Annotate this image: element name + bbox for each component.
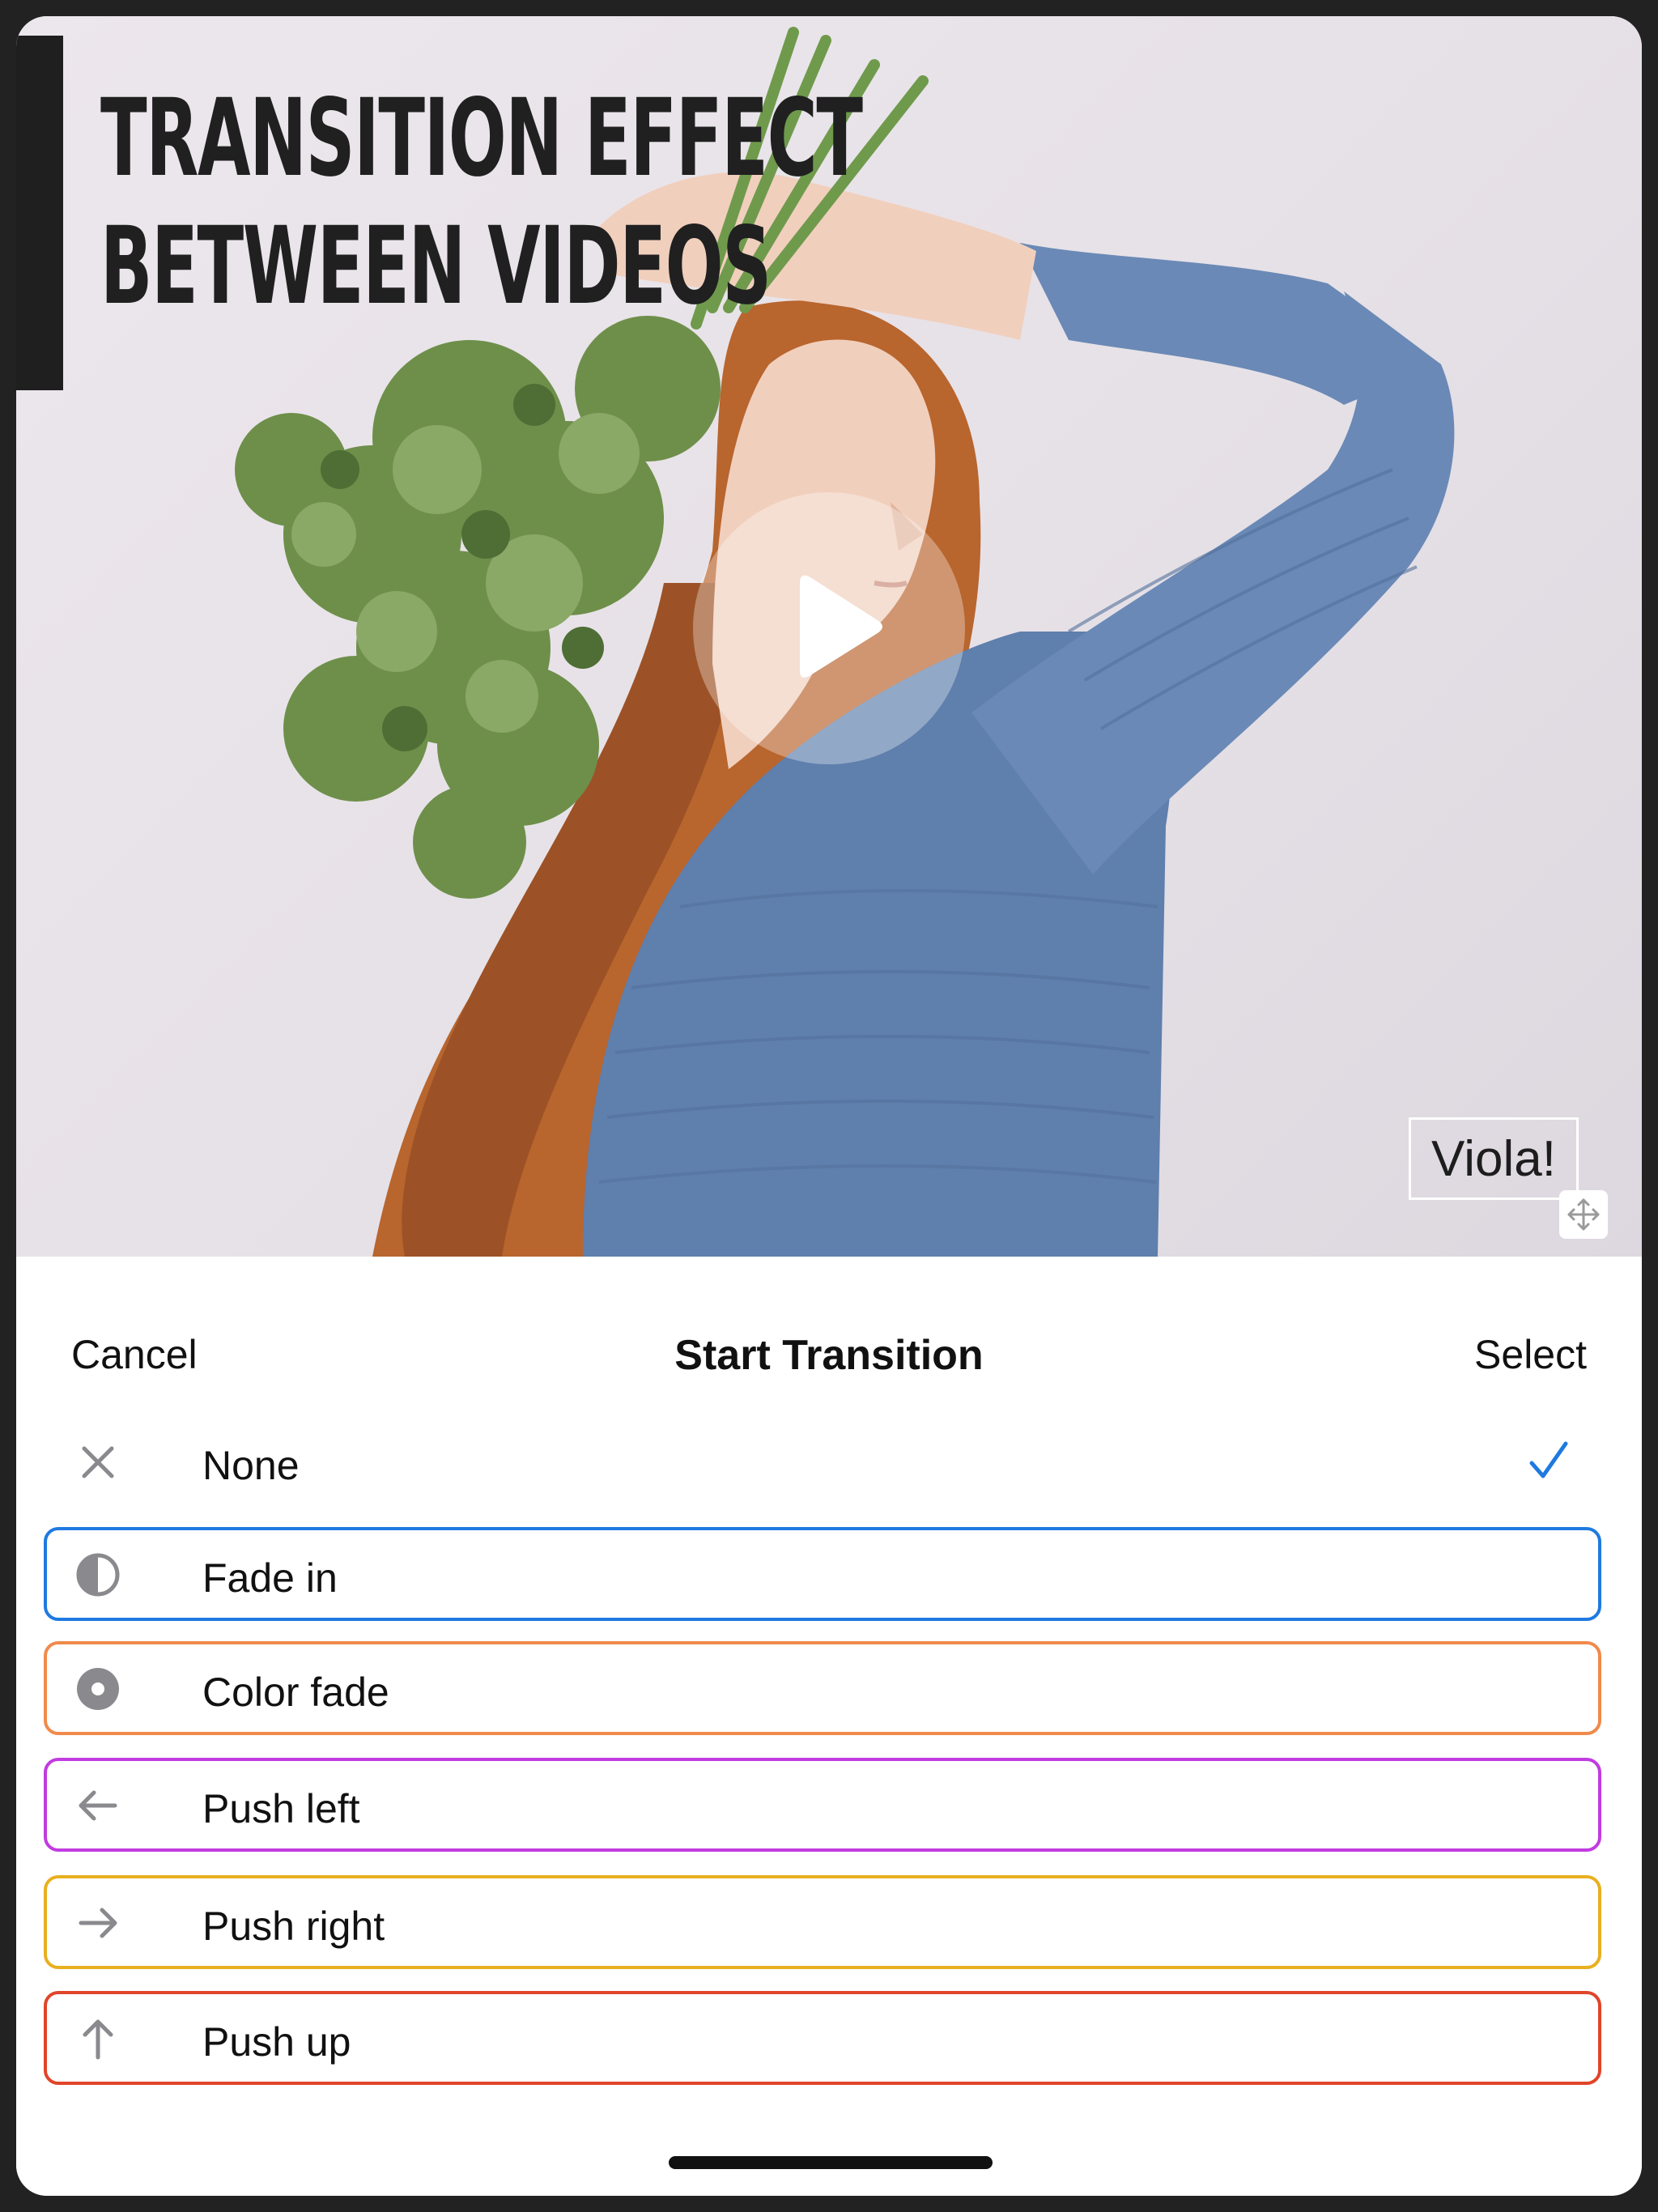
move-arrows-icon: [1567, 1198, 1600, 1231]
arrow-right-icon: [70, 1895, 126, 1951]
option-none[interactable]: None: [44, 1414, 1601, 1508]
option-push-right[interactable]: Push right: [44, 1875, 1601, 1969]
video-title-line-2: between videos: [100, 204, 772, 329]
option-label: Push left: [202, 1786, 360, 1831]
record-circle-icon: [70, 1661, 126, 1717]
move-handle[interactable]: [1559, 1190, 1608, 1239]
sheet-title: Start Transition: [674, 1332, 984, 1379]
option-label: Fade in: [202, 1555, 338, 1601]
sheet-header: Cancel Start Transition Select: [16, 1257, 1642, 1410]
half-circle-icon: [70, 1546, 126, 1603]
caption-text-overlay[interactable]: Viola!: [1409, 1117, 1579, 1200]
checkmark-icon: [1520, 1432, 1577, 1489]
video-title-line-1: Transition effect: [100, 76, 863, 201]
option-fade-in[interactable]: Fade in: [44, 1527, 1601, 1621]
video-title: Transition effect between videos: [100, 74, 863, 330]
select-button[interactable]: Select: [1474, 1331, 1587, 1378]
arrow-left-icon: [70, 1777, 126, 1834]
title-accent-bar: [16, 36, 63, 390]
option-push-left[interactable]: Push left: [44, 1758, 1601, 1852]
caption-text: Viola!: [1431, 1130, 1556, 1187]
option-color-fade[interactable]: Color fade: [44, 1641, 1601, 1735]
play-icon: [800, 575, 882, 678]
option-label: Push right: [202, 1904, 385, 1949]
arrow-up-icon: [70, 2010, 126, 2067]
option-label: Color fade: [202, 1670, 389, 1715]
close-icon: [70, 1434, 126, 1491]
home-indicator[interactable]: [669, 2156, 993, 2169]
option-label: Push up: [202, 2019, 351, 2065]
transition-sheet: Cancel Start Transition Select None Fade…: [16, 1257, 1642, 2196]
option-push-up[interactable]: Push up: [44, 1991, 1601, 2085]
device-frame: Transition effect between videos Viola!: [16, 16, 1642, 2196]
video-preview[interactable]: Transition effect between videos Viola!: [16, 16, 1642, 1257]
option-label: None: [202, 1443, 300, 1488]
play-button[interactable]: [693, 492, 965, 764]
